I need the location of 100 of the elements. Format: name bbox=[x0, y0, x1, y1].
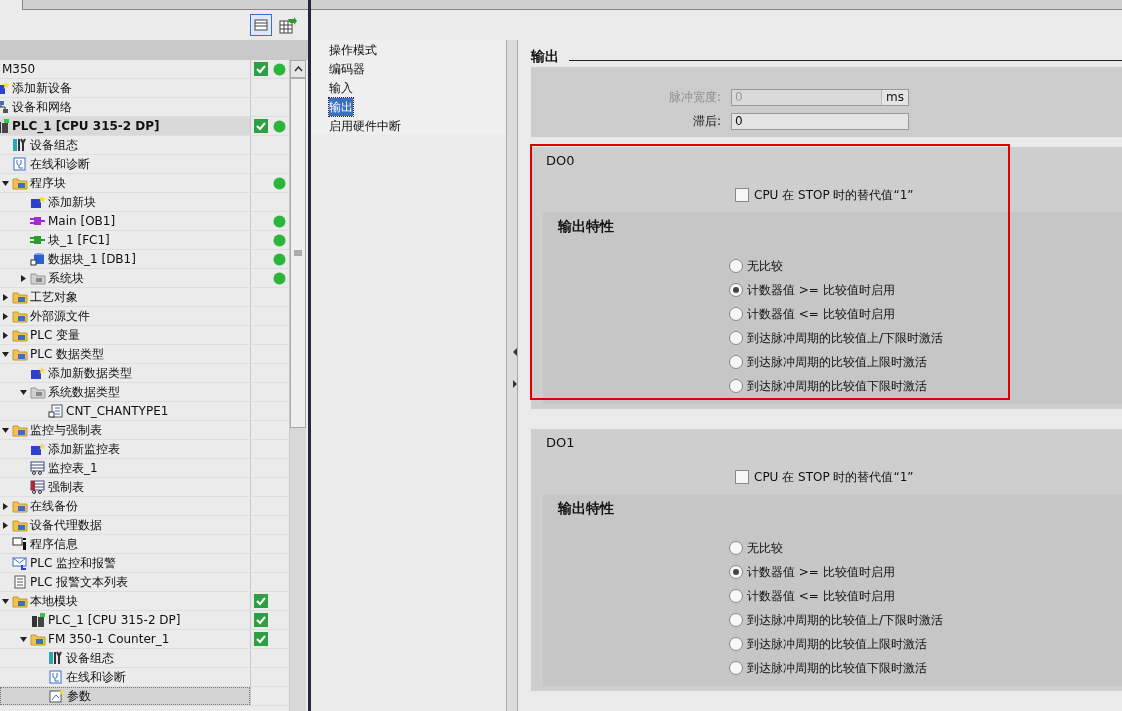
expanded-arrow-icon[interactable] bbox=[1, 350, 9, 358]
tree-item[interactable]: 在线和诊断 bbox=[30, 155, 90, 173]
radio-option[interactable]: 到达脉冲周期的比较值下限时激活 bbox=[729, 656, 1122, 680]
tree-item[interactable]: 工艺对象 bbox=[30, 288, 78, 306]
folder-icon bbox=[12, 423, 28, 437]
expanded-arrow-icon[interactable] bbox=[1, 426, 9, 434]
collapsed-arrow-icon[interactable] bbox=[19, 274, 27, 282]
folder-icon bbox=[30, 385, 46, 399]
group-title: 输出特性 bbox=[557, 217, 615, 236]
tree-item[interactable]: 监控表_1 bbox=[48, 459, 98, 477]
parameters-icon bbox=[49, 689, 65, 703]
info-icon bbox=[12, 537, 28, 551]
tree-item[interactable]: 强制表 bbox=[48, 478, 84, 496]
tree-item[interactable]: 设备组态 bbox=[30, 136, 78, 154]
status-dot-icon bbox=[273, 271, 286, 285]
radio-option[interactable]: 无比较 bbox=[729, 254, 1122, 278]
table-export-icon[interactable] bbox=[278, 15, 298, 35]
scroll-up-icon[interactable] bbox=[293, 66, 303, 72]
diagnostics-icon bbox=[48, 670, 64, 684]
expanded-arrow-icon[interactable] bbox=[19, 388, 27, 396]
radio-option[interactable]: 到达脉冲周期的比较值上/下限时激活 bbox=[729, 608, 1122, 632]
tree-item[interactable]: PLC 监控和报警 bbox=[30, 554, 117, 572]
tree-item[interactable]: PLC 数据类型 bbox=[30, 345, 105, 363]
tree-item[interactable]: M350 bbox=[2, 60, 36, 78]
tree-item[interactable]: 程序信息 bbox=[30, 535, 78, 553]
expanded-arrow-icon[interactable] bbox=[19, 635, 27, 643]
status-dot-icon bbox=[273, 252, 286, 266]
database-icon bbox=[30, 252, 46, 266]
radio-option[interactable]: 计数器值 >= 比较值时启用 bbox=[729, 560, 1122, 584]
collapsed-arrow-icon[interactable] bbox=[1, 293, 9, 301]
tree-row[interactable]: 参数 bbox=[0, 687, 250, 705]
expanded-arrow-icon[interactable] bbox=[1, 179, 9, 187]
table-icon bbox=[30, 480, 46, 494]
radio-option[interactable]: 到达脉冲周期的比较值下限时激活 bbox=[729, 374, 1122, 398]
status-dot-icon bbox=[273, 176, 286, 190]
list-view-icon[interactable] bbox=[250, 14, 272, 36]
tree-item[interactable]: 数据块_1 [DB1] bbox=[48, 250, 136, 268]
radio-option[interactable]: 计数器值 <= 比较值时启用 bbox=[729, 584, 1122, 608]
folder-icon bbox=[12, 347, 28, 361]
tree-item[interactable]: 添加新监控表 bbox=[48, 440, 120, 458]
radio-option[interactable]: 到达脉冲周期的比较值上限时激活 bbox=[729, 350, 1122, 374]
grip-icon bbox=[294, 250, 302, 256]
tree-item[interactable]: 设备和网络 bbox=[12, 98, 72, 116]
scroll-thumb[interactable] bbox=[290, 78, 306, 428]
tree-item[interactable]: 监控与强制表 bbox=[30, 421, 102, 439]
checkbox[interactable] bbox=[735, 187, 749, 202]
tree-item[interactable]: FM 350-1 Counter_1 bbox=[48, 630, 170, 648]
tree-item[interactable]: Main [OB1] bbox=[48, 212, 116, 230]
folder-icon bbox=[12, 328, 28, 342]
tree-item[interactable]: 添加新数据类型 bbox=[48, 364, 132, 382]
block-icon bbox=[30, 214, 46, 228]
status-dot-icon bbox=[273, 214, 286, 228]
collapsed-arrow-icon[interactable] bbox=[1, 521, 9, 529]
table-icon bbox=[30, 461, 46, 475]
radio-option[interactable]: 到达脉冲周期的比较值上限时激活 bbox=[729, 632, 1122, 656]
tree-item[interactable]: CNT_CHANTYPE1 bbox=[66, 402, 169, 420]
radio-option[interactable]: 计数器值 >= 比较值时启用 bbox=[729, 278, 1122, 302]
nav-item[interactable]: 编码器 bbox=[329, 59, 365, 78]
tree-item[interactable]: 外部源文件 bbox=[30, 307, 90, 325]
tree-item[interactable]: 在线和诊断 bbox=[66, 668, 126, 686]
checkbox[interactable] bbox=[735, 469, 749, 484]
tree-item[interactable]: PLC_1 [CPU 315-2 DP] bbox=[48, 611, 181, 629]
config-icon bbox=[12, 138, 28, 152]
tree-item[interactable]: 系统数据类型 bbox=[48, 383, 120, 401]
tree-item[interactable]: 添加新块 bbox=[48, 193, 96, 211]
collapsed-arrow-icon[interactable] bbox=[1, 331, 9, 339]
tree-item[interactable]: PLC_1 [CPU 315-2 DP] bbox=[12, 117, 160, 135]
folder-icon bbox=[30, 632, 46, 646]
tree-item[interactable]: 本地模块 bbox=[30, 592, 78, 610]
tree-item[interactable]: 块_1 [FC1] bbox=[48, 231, 110, 249]
tree-item[interactable]: 程序块 bbox=[30, 174, 66, 192]
nav-item[interactable]: 启用硬件中断 bbox=[329, 116, 401, 135]
tree-row[interactable]: PLC_1 [CPU 315-2 DP] bbox=[0, 117, 250, 135]
tree-item[interactable]: 设备代理数据 bbox=[30, 516, 102, 534]
group-title: 输出特性 bbox=[557, 499, 615, 518]
channel-title: DO1 bbox=[545, 434, 576, 452]
collapsed-arrow-icon[interactable] bbox=[1, 502, 9, 510]
collapsed-arrow-icon[interactable] bbox=[1, 312, 9, 320]
input-field[interactable]: 0 bbox=[731, 112, 909, 130]
tree-item[interactable]: 系统块 bbox=[48, 269, 84, 287]
nav-item[interactable]: 输入 bbox=[329, 78, 353, 97]
tree-item[interactable]: 设备组态 bbox=[66, 649, 114, 667]
tree-item[interactable]: PLC 报警文本列表 bbox=[30, 573, 129, 591]
radio-option[interactable]: 无比较 bbox=[729, 536, 1122, 560]
nav-item[interactable]: 输出 bbox=[329, 97, 353, 116]
list-icon bbox=[12, 575, 28, 589]
expanded-arrow-icon[interactable] bbox=[1, 597, 9, 605]
field-label: 滞后: bbox=[691, 113, 722, 131]
checkbox-label: CPU 在 STOP 时的替代值“1” bbox=[754, 186, 914, 204]
datatype-icon bbox=[48, 404, 64, 418]
tree-item[interactable]: 在线备份 bbox=[30, 497, 78, 515]
nav-item[interactable]: 操作模式 bbox=[329, 40, 377, 59]
tree-item[interactable]: 添加新设备 bbox=[12, 79, 72, 97]
scrollbar[interactable] bbox=[289, 60, 306, 711]
tree-item[interactable]: 参数 bbox=[67, 688, 91, 704]
tree-item[interactable]: PLC 变量 bbox=[30, 326, 81, 344]
radio-option[interactable]: 到达脉冲周期的比较值上/下限时激活 bbox=[729, 326, 1122, 350]
radio-option[interactable]: 计数器值 <= 比较值时启用 bbox=[729, 302, 1122, 326]
folder-icon bbox=[12, 499, 28, 513]
status-dot-icon bbox=[273, 119, 286, 133]
